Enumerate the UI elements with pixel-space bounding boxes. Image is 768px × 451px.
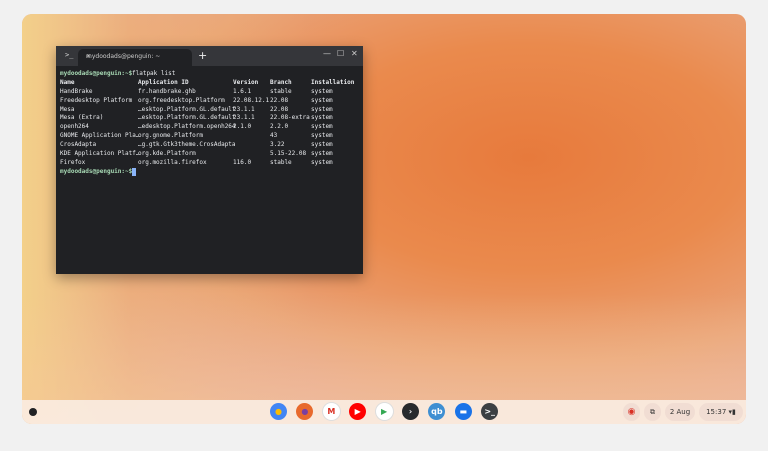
cell: org.gnome.Platform <box>138 132 204 140</box>
cell: Mesa (Extra) <box>60 114 104 122</box>
status-area[interactable]: 15:37 ▾ ▮ <box>699 403 743 421</box>
cell: …edesktop.Platform.openh264 <box>138 123 236 131</box>
terminal-icon[interactable]: >_ <box>481 403 499 420</box>
cell: fr.handbrake.ghb <box>138 87 196 95</box>
cell: Version <box>233 78 259 86</box>
cell: Branch <box>270 78 292 86</box>
launcher-button[interactable] <box>29 408 37 416</box>
tab-terminal[interactable]: mydoodads@penguin: ~ ✕ <box>78 49 192 66</box>
table-header: Name Application ID Version Branch Installat… <box>60 79 359 88</box>
cell: 5.15-22.08 <box>270 150 307 158</box>
cell: system <box>311 158 333 166</box>
cursor <box>132 167 136 176</box>
play-store-icon[interactable]: ▶ <box>375 403 393 420</box>
cell: 23.1.1 <box>233 114 255 122</box>
date-button[interactable]: 2 Aug <box>665 403 695 421</box>
cell: system <box>311 96 333 104</box>
terminal-output[interactable]: mydoodads@penguin:~$ flatpak list Name App… <box>56 66 363 181</box>
table-row: CrosAdapta …g.gtk.Gtk3theme.CrosAdapta 3.2… <box>60 141 359 150</box>
files-icon[interactable]: ▬ <box>454 403 472 420</box>
cell: system <box>311 141 333 149</box>
cell: 116.0 <box>233 158 252 166</box>
cell: HandBrake <box>60 87 93 95</box>
cell: 22.08 <box>270 105 289 113</box>
terminal-icon: >_ <box>65 51 74 59</box>
qbittorrent-icon[interactable]: qb <box>428 403 446 420</box>
cell: Mesa <box>60 105 75 113</box>
cell: stable <box>270 87 292 95</box>
overview-button[interactable]: ⧉ <box>644 403 661 421</box>
gmail-icon[interactable]: M <box>322 403 340 420</box>
cell: system <box>311 114 333 122</box>
close-button[interactable]: ✕ <box>351 49 358 58</box>
terminal-window[interactable]: >_ mydoodads@penguin: ~ ✕ + — ☐ ✕ mydood… <box>56 46 363 274</box>
cell: CrosAdapta <box>60 141 97 149</box>
table-row: Mesa …esktop.Platform.GL.default 23.1.1 22.… <box>60 106 359 115</box>
plex-icon[interactable]: › <box>402 403 419 420</box>
cell: 22.08.12.1 <box>233 96 270 104</box>
cell: system <box>311 123 333 131</box>
cell: 1.6.1 <box>233 87 252 95</box>
table-row: Firefox org.mozilla.firefox 116.0 stable sys… <box>60 159 359 168</box>
cell: …esktop.Platform.GL.default <box>138 105 236 113</box>
cell: …g.gtk.Gtk3theme.CrosAdapta <box>138 141 236 149</box>
table-row: HandBrake fr.handbrake.ghb 1.6.1 stable syst… <box>60 88 359 97</box>
close-tab-icon[interactable]: ✕ <box>86 53 184 60</box>
cell: openh264 <box>60 123 89 131</box>
table-row: openh264 …edesktop.Platform.openh264 2.1.0… <box>60 123 359 132</box>
screen-record-button[interactable]: ◉ <box>623 403 640 421</box>
cell: Application ID <box>138 78 189 86</box>
maximize-button[interactable]: ☐ <box>337 49 344 58</box>
overview-icon: ⧉ <box>650 407 655 416</box>
cell: system <box>311 150 333 158</box>
cell: org.kde.Platform <box>138 150 196 158</box>
record-icon: ◉ <box>627 407 636 417</box>
clock: 15:37 <box>706 408 727 416</box>
cell: Installation <box>311 78 355 86</box>
cell: Name <box>60 78 75 86</box>
cell: 22.08 <box>270 96 289 104</box>
cell: 43 <box>270 132 278 140</box>
cell: stable <box>270 158 292 166</box>
cell: 2.2.0 <box>270 123 289 131</box>
minimize-button[interactable]: — <box>323 49 331 58</box>
cell: system <box>311 87 333 95</box>
command-line: mydoodads@penguin:~$ flatpak list <box>60 70 176 77</box>
date: 2 Aug <box>669 408 691 416</box>
cell: Freedesktop Platform <box>60 96 133 104</box>
new-tab-button[interactable]: + <box>198 49 207 62</box>
tab-bar: >_ mydoodads@penguin: ~ ✕ + — ☐ ✕ <box>56 46 363 66</box>
youtube-icon[interactable]: ▶ <box>349 403 367 420</box>
firefox-icon[interactable]: ● <box>296 403 314 420</box>
table-row: KDE Application Platf… org.kde.Platform 5.… <box>60 150 359 159</box>
cell: Firefox <box>60 158 86 166</box>
cell: 2.1.0 <box>233 123 252 131</box>
cell: 23.1.1 <box>233 105 255 113</box>
cell: …esktop.Platform.GL.default <box>138 114 236 122</box>
cell: org.mozilla.firefox <box>138 158 207 166</box>
cell: KDE Application Platf… <box>60 150 140 158</box>
cell: 22.08-extra <box>270 114 310 122</box>
prompt-line: mydoodads@penguin:~$ <box>60 167 359 177</box>
cell: 3.22 <box>270 141 285 149</box>
table-row: Mesa (Extra) …esktop.Platform.GL.default 2… <box>60 114 359 123</box>
cell: GNOME Application Pla… <box>60 132 140 140</box>
shelf: ● ● M ▶ ▶ › qb ▬ >_ ◉ ⧉ 2 Aug 15:37 ▾ ▮ <box>22 400 746 424</box>
table-row: Freedesktop Platform org.freedesktop.Plat… <box>60 97 359 106</box>
cell: org.freedesktop.Platform <box>138 96 225 104</box>
cell: system <box>311 132 333 140</box>
table-row: GNOME Application Pla… org.gnome.Platform… <box>60 132 359 141</box>
chrome-icon[interactable]: ● <box>270 403 287 420</box>
cell: system <box>311 105 333 113</box>
battery-icon: ▮ <box>732 408 736 416</box>
